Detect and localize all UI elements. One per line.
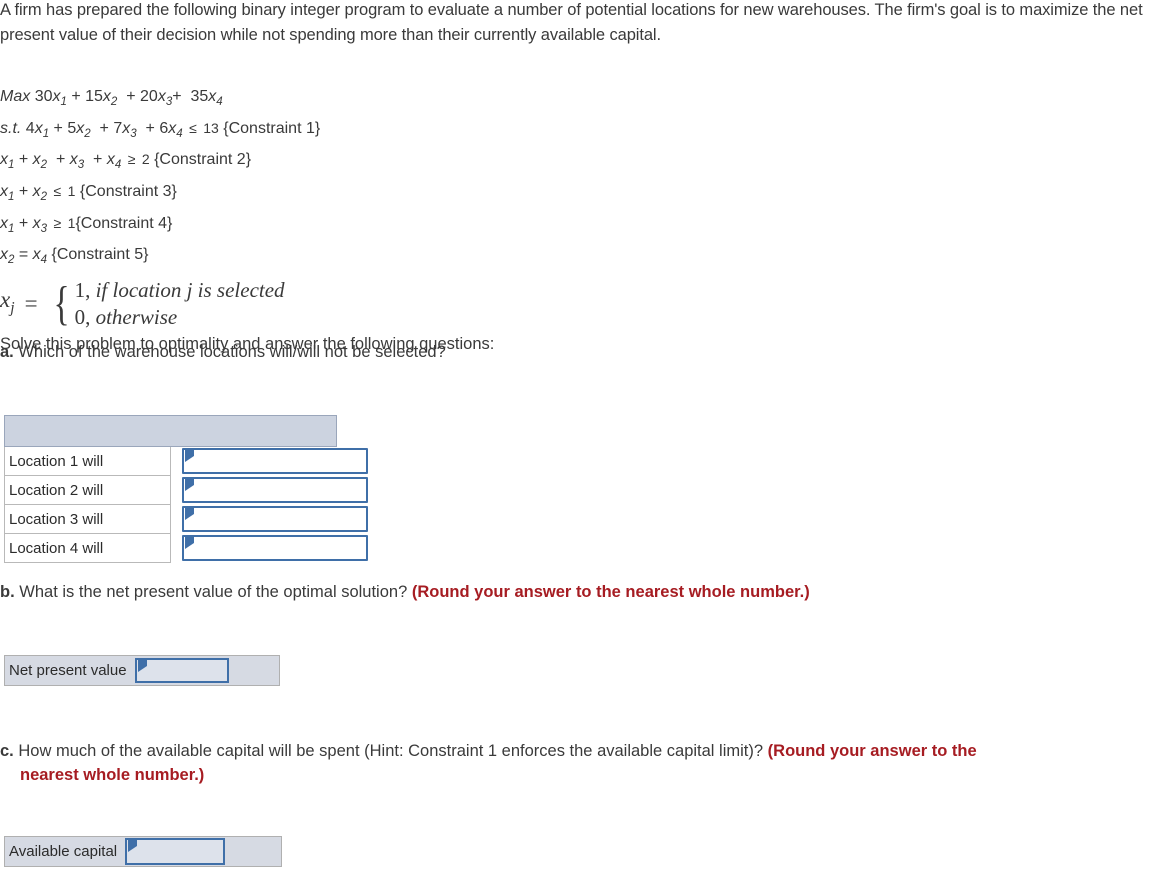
constraint-line-5: x2 = x4 {Constraint 5} [0, 242, 494, 274]
question-c: c. How much of the available capital wil… [0, 739, 1160, 787]
constraint-1-name: {Constraint 1} [223, 119, 321, 137]
location-selection-table: Location 1 will Location 2 will Location… [4, 415, 368, 563]
question-c-rounding-note-line2: nearest whole number.) [20, 766, 205, 784]
constraint-2-name: {Constraint 2} [154, 151, 252, 169]
constraint-3-expression: x1 + x2 [0, 183, 48, 204]
available-capital-row: Available capital [4, 836, 282, 867]
constraint-2-expression: x1 + x2 + x3 + x4 [0, 151, 122, 172]
objective-terms: 30x1 + 15x2 + 20x3+ 35x4 [34, 88, 223, 109]
net-present-value-label: Net present value [9, 662, 127, 679]
table-row: Location 2 will [4, 475, 368, 505]
constraint-line-4: x1 + x3 ≥ 1{Constraint 4} [0, 211, 494, 243]
objective-keyword: Max [0, 88, 31, 105]
net-present-value-input[interactable] [134, 658, 229, 683]
model-formulation: Max 30x1 + 15x2 + 20x3+ 35x4 s.t. 4x1 + … [0, 84, 494, 356]
binary-variable-definition: xj = { 1, if location j is selected 0, o… [0, 278, 494, 330]
net-present-value-row: Net present value [4, 655, 280, 686]
constraint-2-relation: ≥ [127, 151, 136, 168]
dropdown-arrow-icon [185, 479, 194, 491]
table-header-cell [4, 415, 337, 447]
location-1-label: Location 1 will [4, 446, 171, 476]
input-arrow-icon [137, 660, 147, 672]
objective-line: Max 30x1 + 15x2 + 20x3+ 35x4 [0, 84, 494, 116]
location-4-label: Location 4 will [4, 533, 171, 563]
constraint-3-relation: ≤ [53, 183, 62, 200]
location-3-dropdown[interactable] [182, 506, 368, 532]
location-3-label: Location 3 will [4, 504, 171, 534]
question-a-letter: a. [0, 343, 14, 361]
constraint-1-expression: 4x1 + 5x2 + 7x3 + 6x4 [25, 119, 183, 140]
dropdown-arrow-icon [185, 450, 194, 463]
problem-intro-paragraph: A firm has prepared the following binary… [0, 0, 1160, 48]
constraint-5-name: {Constraint 5} [51, 246, 149, 264]
constraint-4-relation: ≥ [53, 214, 62, 231]
constraint-4-expression: x1 + x3 [0, 214, 48, 235]
dropdown-arrow-icon [185, 537, 194, 549]
question-b-text: What is the net present value of the opt… [19, 583, 408, 601]
question-c-text: How much of the available capital will b… [18, 742, 764, 760]
table-row: Location 3 will [4, 504, 368, 534]
location-1-select-cell [171, 447, 368, 476]
question-c-letter: c. [0, 742, 14, 760]
constraint-3-rhs: 1 [67, 183, 76, 200]
available-capital-input[interactable] [125, 838, 226, 865]
constraint-5-expression: x2 = x4 [0, 246, 48, 267]
table-row: Location 4 will [4, 533, 368, 563]
definition-brace: { [53, 277, 70, 331]
question-b: b. What is the net present value of the … [0, 580, 810, 604]
constraint-1-relation: ≤ [189, 119, 197, 136]
definition-case-one: 1, if location j is selected [74, 278, 285, 303]
definition-lhs: xj [0, 287, 15, 317]
constraint-4-name: {Constraint 4} [75, 214, 173, 232]
constraint-line-3: x1 + x2 ≤ 1 {Constraint 3} [0, 179, 494, 211]
location-2-dropdown[interactable] [182, 477, 368, 503]
definition-case-zero: 0, otherwise [74, 305, 178, 330]
question-a: a. Which of the warehouse locations will… [0, 340, 446, 364]
constraint-3-name: {Constraint 3} [79, 183, 177, 201]
location-2-label: Location 2 will [4, 475, 171, 505]
question-b-letter: b. [0, 583, 15, 601]
table-header-row [4, 415, 337, 447]
dropdown-arrow-icon [185, 508, 194, 520]
location-4-dropdown[interactable] [182, 535, 368, 561]
location-4-select-cell [171, 534, 368, 563]
question-c-second-line: nearest whole number.) [0, 763, 1160, 787]
intro-text: A firm has prepared the following binary… [0, 1, 1143, 44]
question-c-rounding-note-line1: (Round your answer to the [767, 742, 977, 760]
location-1-dropdown[interactable] [182, 448, 368, 475]
question-a-text: Which of the warehouse locations will/wi… [18, 343, 446, 361]
constraint-2-rhs: 2 [141, 151, 150, 168]
input-arrow-icon [128, 840, 138, 852]
location-2-select-cell [171, 476, 368, 505]
constraint-line-2: x1 + x2 + x3 + x4 ≥ 2 {Constraint 2} [0, 147, 494, 179]
question-b-rounding-note: (Round your answer to the nearest whole … [411, 583, 810, 601]
definition-equals: = [24, 291, 38, 317]
subject-to-keyword: s.t. [0, 119, 22, 137]
table-row: Location 1 will [4, 446, 368, 476]
definition-cases: 1, if location j is selected 0, otherwis… [73, 277, 285, 331]
location-3-select-cell [171, 505, 368, 534]
available-capital-label: Available capital [9, 843, 118, 860]
constraint-line-1: s.t. 4x1 + 5x2 + 7x3 + 6x4 ≤ 13 {Constra… [0, 116, 494, 148]
constraint-1-rhs: 13 [203, 119, 219, 136]
